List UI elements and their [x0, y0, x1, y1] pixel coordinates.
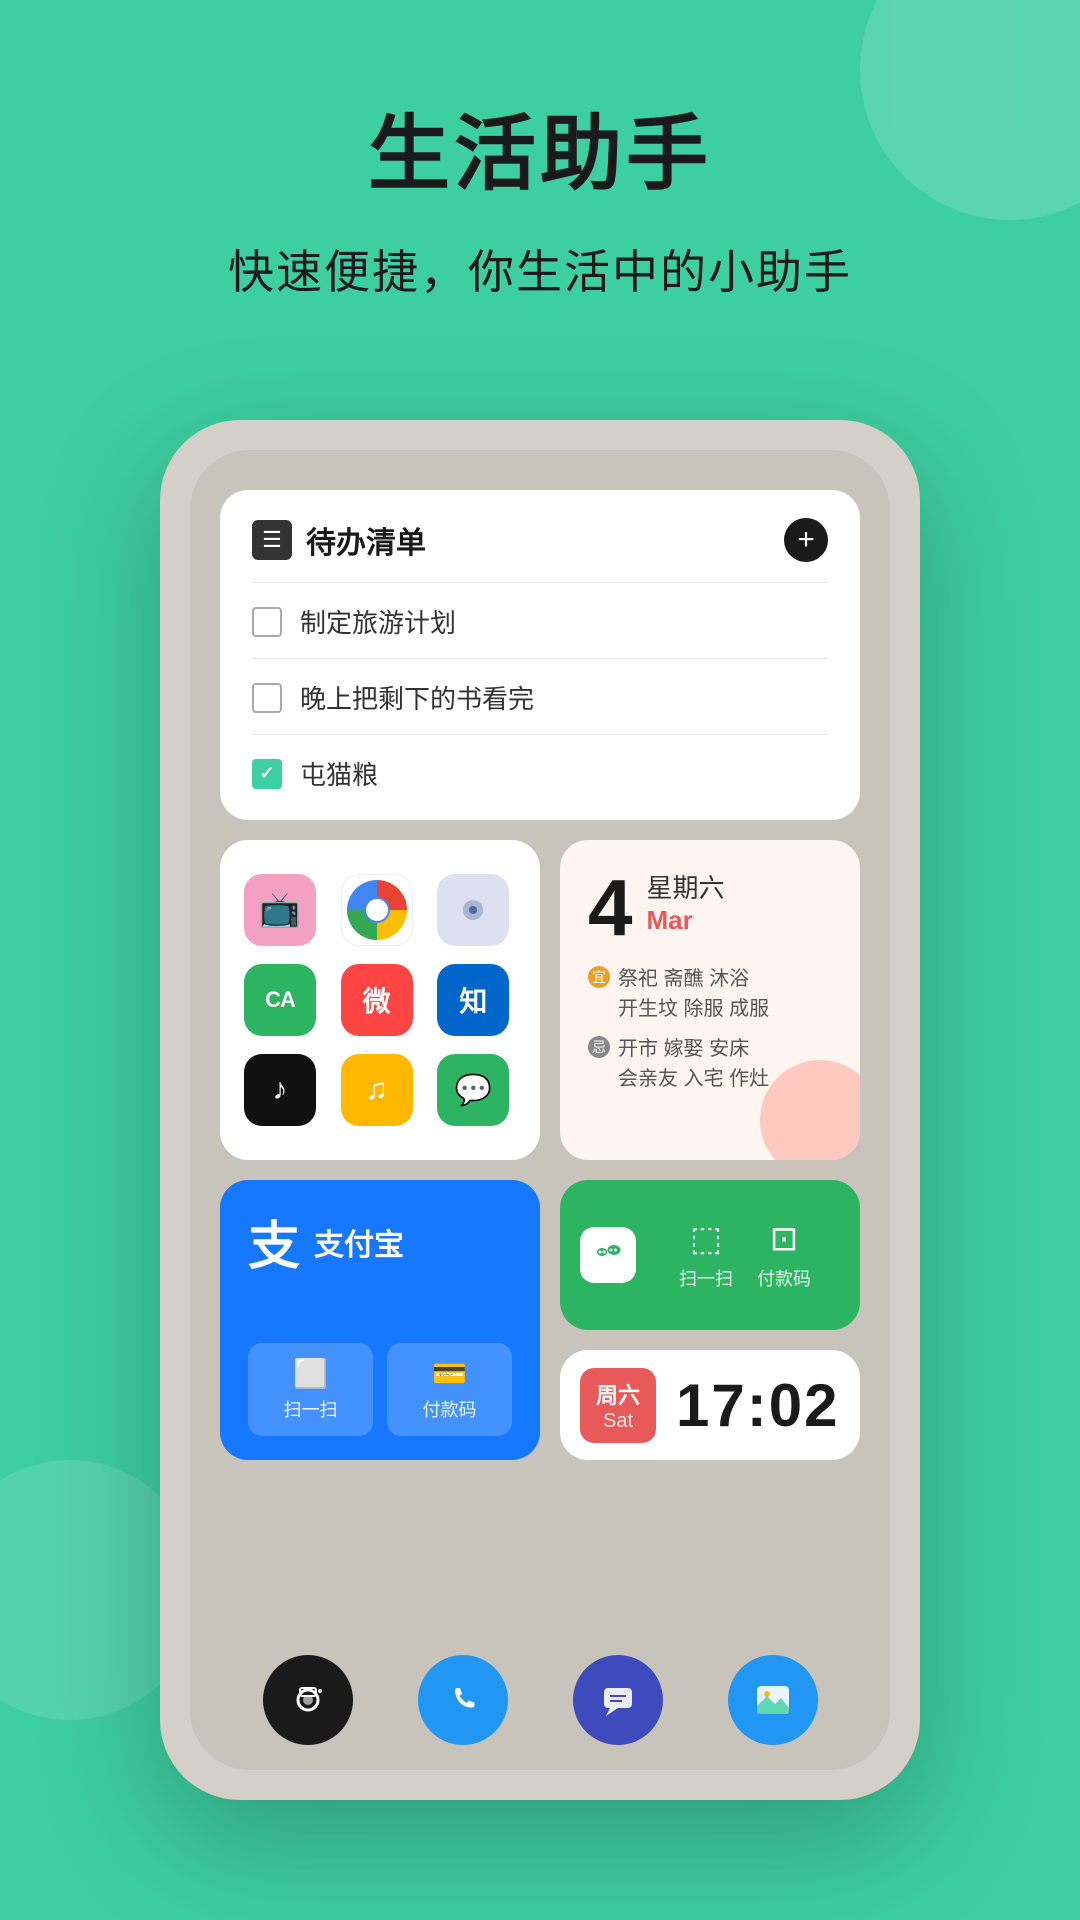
wechat-widget: ⬚ 扫一扫 ⊡ 付款码	[560, 1180, 860, 1330]
wechat-scan-icon: ⬚	[690, 1219, 722, 1259]
bottom-dock	[190, 1630, 890, 1770]
alipay-widget: 支 支付宝 ⬜ 扫一扫 💳 付款码	[220, 1180, 540, 1460]
calendar-date-row: 4 星期六 Mar	[588, 868, 832, 948]
widgets-area: ☰ 待办清单 + 制定旅游计划 晚上把剩下的书看完	[190, 450, 890, 1725]
app-icon-weibo[interactable]: 微	[341, 964, 413, 1036]
todo-checkbox-3[interactable]	[252, 759, 282, 789]
phone-mockup: ☰ 待办清单 + 制定旅游计划 晚上把剩下的书看完	[160, 420, 920, 1800]
app-icon-smart[interactable]	[437, 874, 509, 946]
wechat-scan-button[interactable]: ⬚ 扫一扫	[679, 1219, 733, 1291]
todo-divider	[252, 734, 828, 735]
bottom-row: 支 支付宝 ⬜ 扫一扫 💳 付款码	[220, 1180, 860, 1460]
calendar-weekday: 星期六	[647, 868, 725, 905]
alipay-pay-button[interactable]: 💳 付款码	[387, 1343, 512, 1436]
todo-list-icon: ☰	[252, 520, 292, 560]
wechat-pay-button[interactable]: ⊡ 付款码	[757, 1219, 811, 1291]
calendar-good-items: 祭祀 斋醮 沐浴 开生坟 除服 成服	[618, 964, 832, 1024]
alipay-pay-label: 付款码	[423, 1396, 477, 1422]
todo-header-left: ☰ 待办清单	[252, 518, 426, 562]
todo-add-button[interactable]: +	[784, 518, 828, 562]
todo-divider	[252, 582, 828, 583]
alipay-scan-label: 扫一扫	[284, 1396, 338, 1422]
dock-message-button[interactable]	[573, 1655, 663, 1745]
calendar-widget: 4 星期六 Mar 宜 祭祀 斋醮 沐浴 开生坟 除服 成服 忌 开市 嫁娶 安…	[560, 840, 860, 1160]
calendar-good-section: 宜 祭祀 斋醮 沐浴 开生坟 除服 成服	[588, 964, 832, 1024]
clock-day-en: Sat	[603, 1410, 633, 1433]
calendar-good-badge: 宜	[588, 966, 610, 988]
calendar-bad-badge: 忌	[588, 1036, 610, 1058]
app-icon-xiaohongshu[interactable]: 📺	[244, 874, 316, 946]
middle-row: 📺 CA 微 知	[220, 840, 860, 1160]
todo-text-1: 制定旅游计划	[300, 603, 456, 640]
page-title: 生活助手	[0, 110, 1080, 200]
todo-item[interactable]: 晚上把剩下的书看完	[252, 679, 828, 716]
dock-phone-button[interactable]	[418, 1655, 508, 1745]
wechat-pay-label: 付款码	[757, 1265, 811, 1291]
app-icon-music[interactable]: ♫	[341, 1054, 413, 1126]
todo-widget: ☰ 待办清单 + 制定旅游计划 晚上把剩下的书看完	[220, 490, 860, 820]
clock-time: 17:02	[676, 1371, 839, 1440]
scan-icon: ⬜	[293, 1357, 328, 1390]
page-subtitle: 快速便捷，你生活中的小助手	[0, 236, 1080, 302]
app-icon-wechat[interactable]: 💬	[437, 1054, 509, 1126]
app-icon-tiktok[interactable]: ♪	[244, 1054, 316, 1126]
wechat-action-buttons: ⬚ 扫一扫 ⊡ 付款码	[650, 1219, 840, 1291]
alipay-top: 支 支付宝	[248, 1204, 512, 1279]
todo-header: ☰ 待办清单 +	[252, 518, 828, 562]
calendar-day-number: 4	[588, 868, 633, 948]
app-icon-green[interactable]: CA	[244, 964, 316, 1036]
todo-checkbox-2[interactable]	[252, 683, 282, 713]
dock-gallery-button[interactable]	[728, 1655, 818, 1745]
right-column: ⬚ 扫一扫 ⊡ 付款码 周六 Sat	[560, 1180, 860, 1460]
todo-title: 待办清单	[306, 518, 426, 562]
todo-item[interactable]: 屯猫粮	[252, 755, 828, 792]
clock-widget: 周六 Sat 17:02	[560, 1350, 860, 1460]
calendar-day-info: 星期六 Mar	[647, 868, 725, 936]
wechat-scan-label: 扫一扫	[679, 1265, 733, 1291]
clock-day-badge: 周六 Sat	[580, 1368, 656, 1443]
todo-item[interactable]: 制定旅游计划	[252, 603, 828, 640]
wechat-pay-icon: ⊡	[770, 1219, 799, 1259]
calendar-month: Mar	[647, 905, 725, 936]
todo-checkbox-1[interactable]	[252, 607, 282, 637]
app-grid-widget: 📺 CA 微 知	[220, 840, 540, 1160]
phone-inner: ☰ 待办清单 + 制定旅游计划 晚上把剩下的书看完	[190, 450, 890, 1770]
alipay-logo: 支	[248, 1204, 300, 1279]
alipay-scan-button[interactable]: ⬜ 扫一扫	[248, 1343, 373, 1436]
pay-icon: 💳	[432, 1357, 467, 1390]
wechat-logo	[580, 1227, 636, 1283]
clock-weekday: 周六	[596, 1378, 640, 1410]
todo-text-2: 晚上把剩下的书看完	[300, 679, 534, 716]
alipay-name: 支付宝	[314, 1220, 404, 1264]
header: 生活助手 快速便捷，你生活中的小助手	[0, 0, 1080, 302]
app-icon-zhihu[interactable]: 知	[437, 964, 509, 1036]
todo-divider	[252, 658, 828, 659]
alipay-actions: ⬜ 扫一扫 💳 付款码	[248, 1343, 512, 1436]
dock-camera-button[interactable]	[263, 1655, 353, 1745]
app-icon-chrome[interactable]	[341, 874, 413, 946]
todo-text-3: 屯猫粮	[300, 755, 378, 792]
